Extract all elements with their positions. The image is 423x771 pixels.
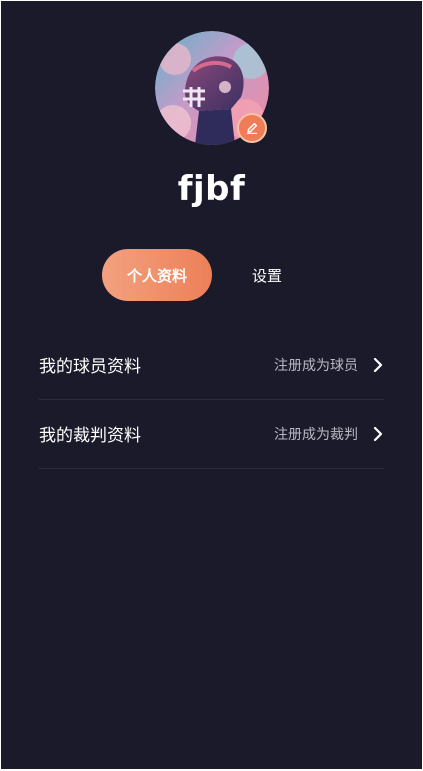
- row-title: 我的裁判资料: [39, 426, 141, 446]
- chevron-right-icon: [372, 357, 384, 373]
- profile-screen: fjbf 个人资料 设置 我的球员资料 注册成为球员 我的裁判资料 注册成为裁判: [1, 1, 422, 769]
- chevron-right-icon: [372, 426, 384, 442]
- username: fjbf: [177, 169, 246, 209]
- register-referee-link[interactable]: 注册成为裁判: [274, 424, 358, 444]
- register-player-link[interactable]: 注册成为球员: [274, 355, 358, 375]
- tab-settings[interactable]: 设置: [237, 249, 297, 301]
- tab-profile[interactable]: 个人资料: [102, 249, 212, 301]
- pencil-icon: [246, 122, 258, 134]
- referee-profile-row[interactable]: 我的裁判资料 注册成为裁判: [39, 399, 384, 469]
- avatar-container: [155, 31, 269, 145]
- edit-avatar-button[interactable]: [237, 113, 267, 143]
- row-title: 我的球员资料: [39, 357, 141, 377]
- player-profile-row[interactable]: 我的球员资料 注册成为球员: [39, 330, 384, 400]
